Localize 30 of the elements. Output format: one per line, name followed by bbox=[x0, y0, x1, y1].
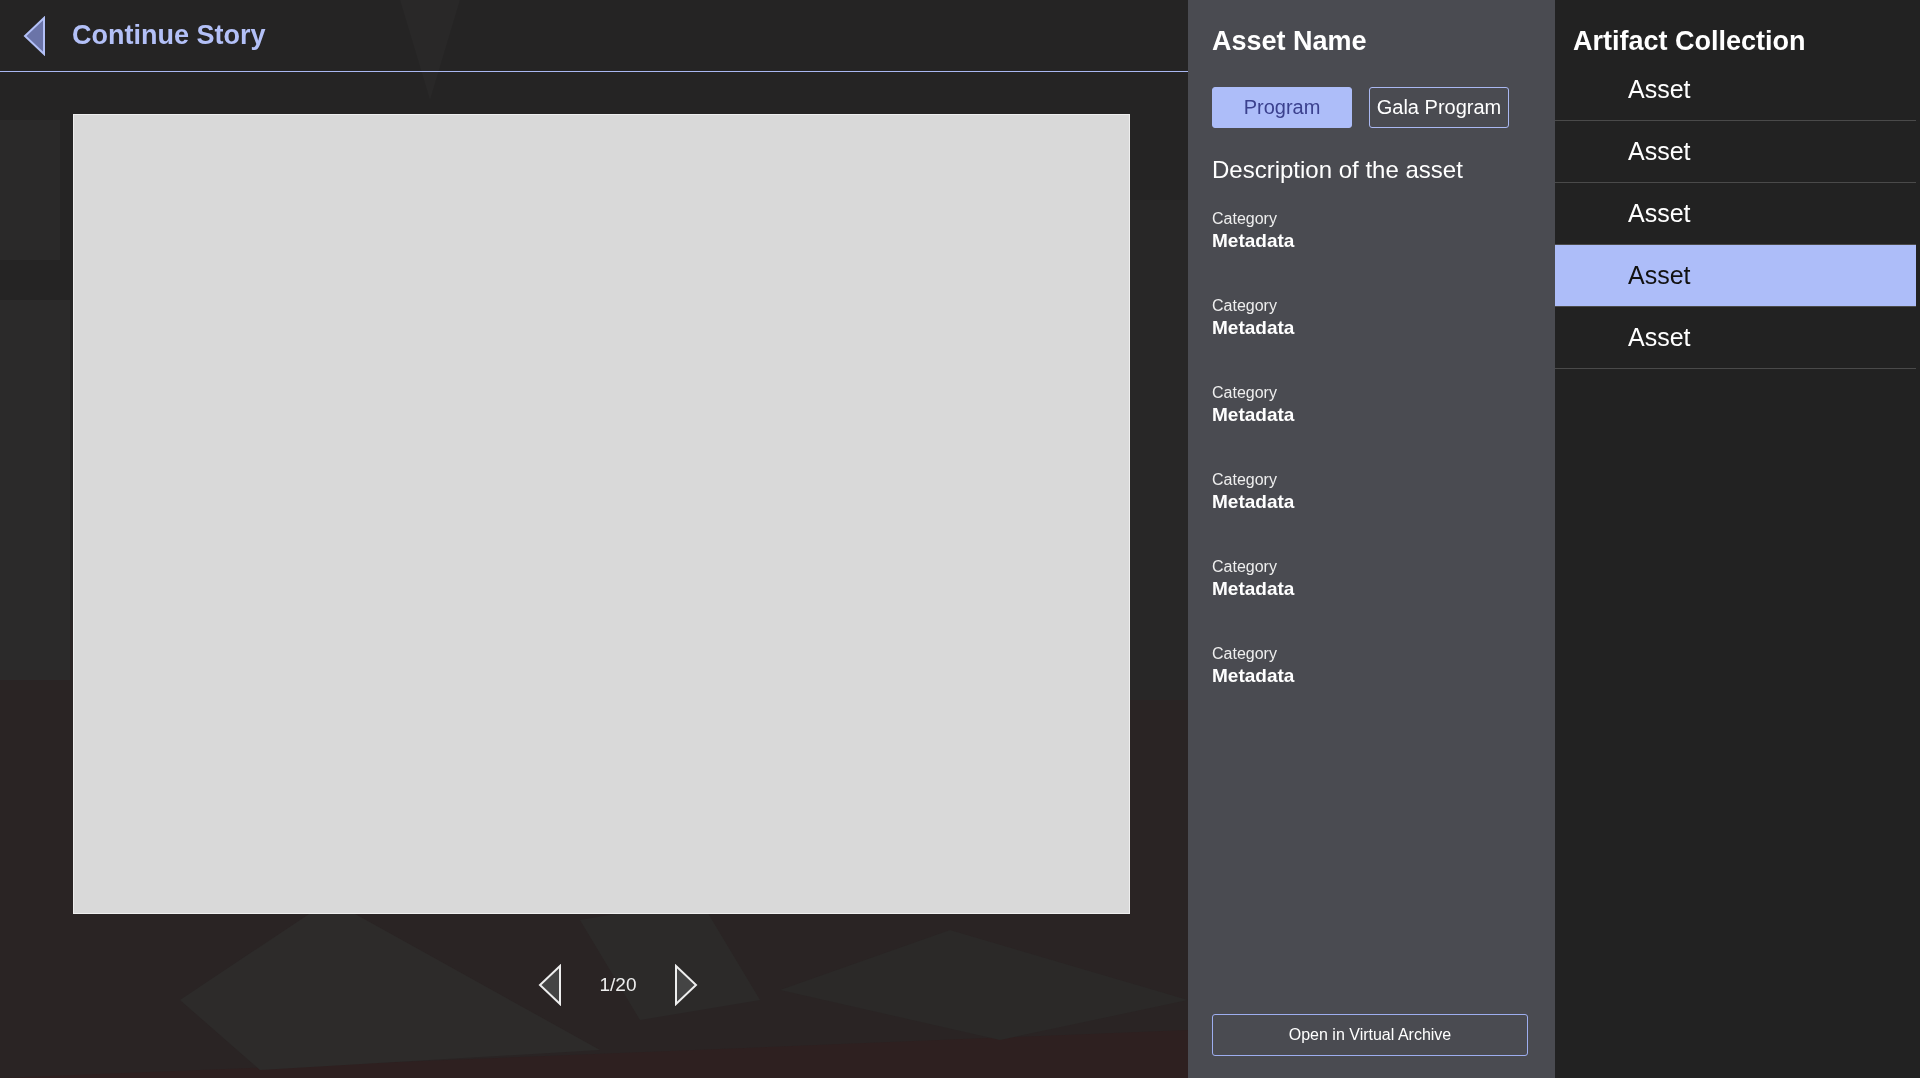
next-button[interactable] bbox=[674, 964, 699, 1006]
metadata-value: Metadata bbox=[1212, 230, 1296, 252]
metadata-value: Metadata bbox=[1212, 404, 1296, 426]
category-label: Category bbox=[1212, 297, 1278, 315]
category-label: Category bbox=[1212, 384, 1278, 402]
category-label: Category bbox=[1212, 645, 1278, 663]
metadata-value: Metadata bbox=[1212, 317, 1296, 339]
category-label: Category bbox=[1212, 210, 1278, 228]
collection-item[interactable]: Asset bbox=[1555, 75, 1916, 121]
collection-title: Artifact Collection bbox=[1573, 26, 1807, 57]
back-button[interactable] bbox=[22, 15, 46, 56]
metadata-value: Metadata bbox=[1212, 491, 1296, 513]
collection-item[interactable]: Asset bbox=[1555, 307, 1916, 369]
back-icon bbox=[22, 15, 46, 56]
left-triangle-icon bbox=[537, 964, 562, 1006]
metadata-value: Metadata bbox=[1212, 665, 1296, 687]
category-label: Category bbox=[1212, 558, 1278, 576]
metadata-value: Metadata bbox=[1212, 578, 1296, 600]
asset-name: Asset Name bbox=[1212, 26, 1368, 57]
category-label: Category bbox=[1212, 471, 1278, 489]
page-counter: 1/20 bbox=[599, 974, 637, 996]
tab[interactable]: Program bbox=[1212, 87, 1352, 128]
right-triangle-icon bbox=[674, 964, 699, 1006]
open-archive-button[interactable]: Open in Virtual Archive bbox=[1212, 1014, 1528, 1056]
previous-button[interactable] bbox=[537, 964, 562, 1006]
page-title: Continue Story bbox=[72, 20, 266, 51]
tab[interactable]: Gala Program bbox=[1369, 87, 1509, 128]
collection-item[interactable]: Asset bbox=[1555, 121, 1916, 183]
asset-description: Description of the asset bbox=[1212, 156, 1464, 184]
collection-item[interactable]: Asset bbox=[1555, 245, 1916, 307]
